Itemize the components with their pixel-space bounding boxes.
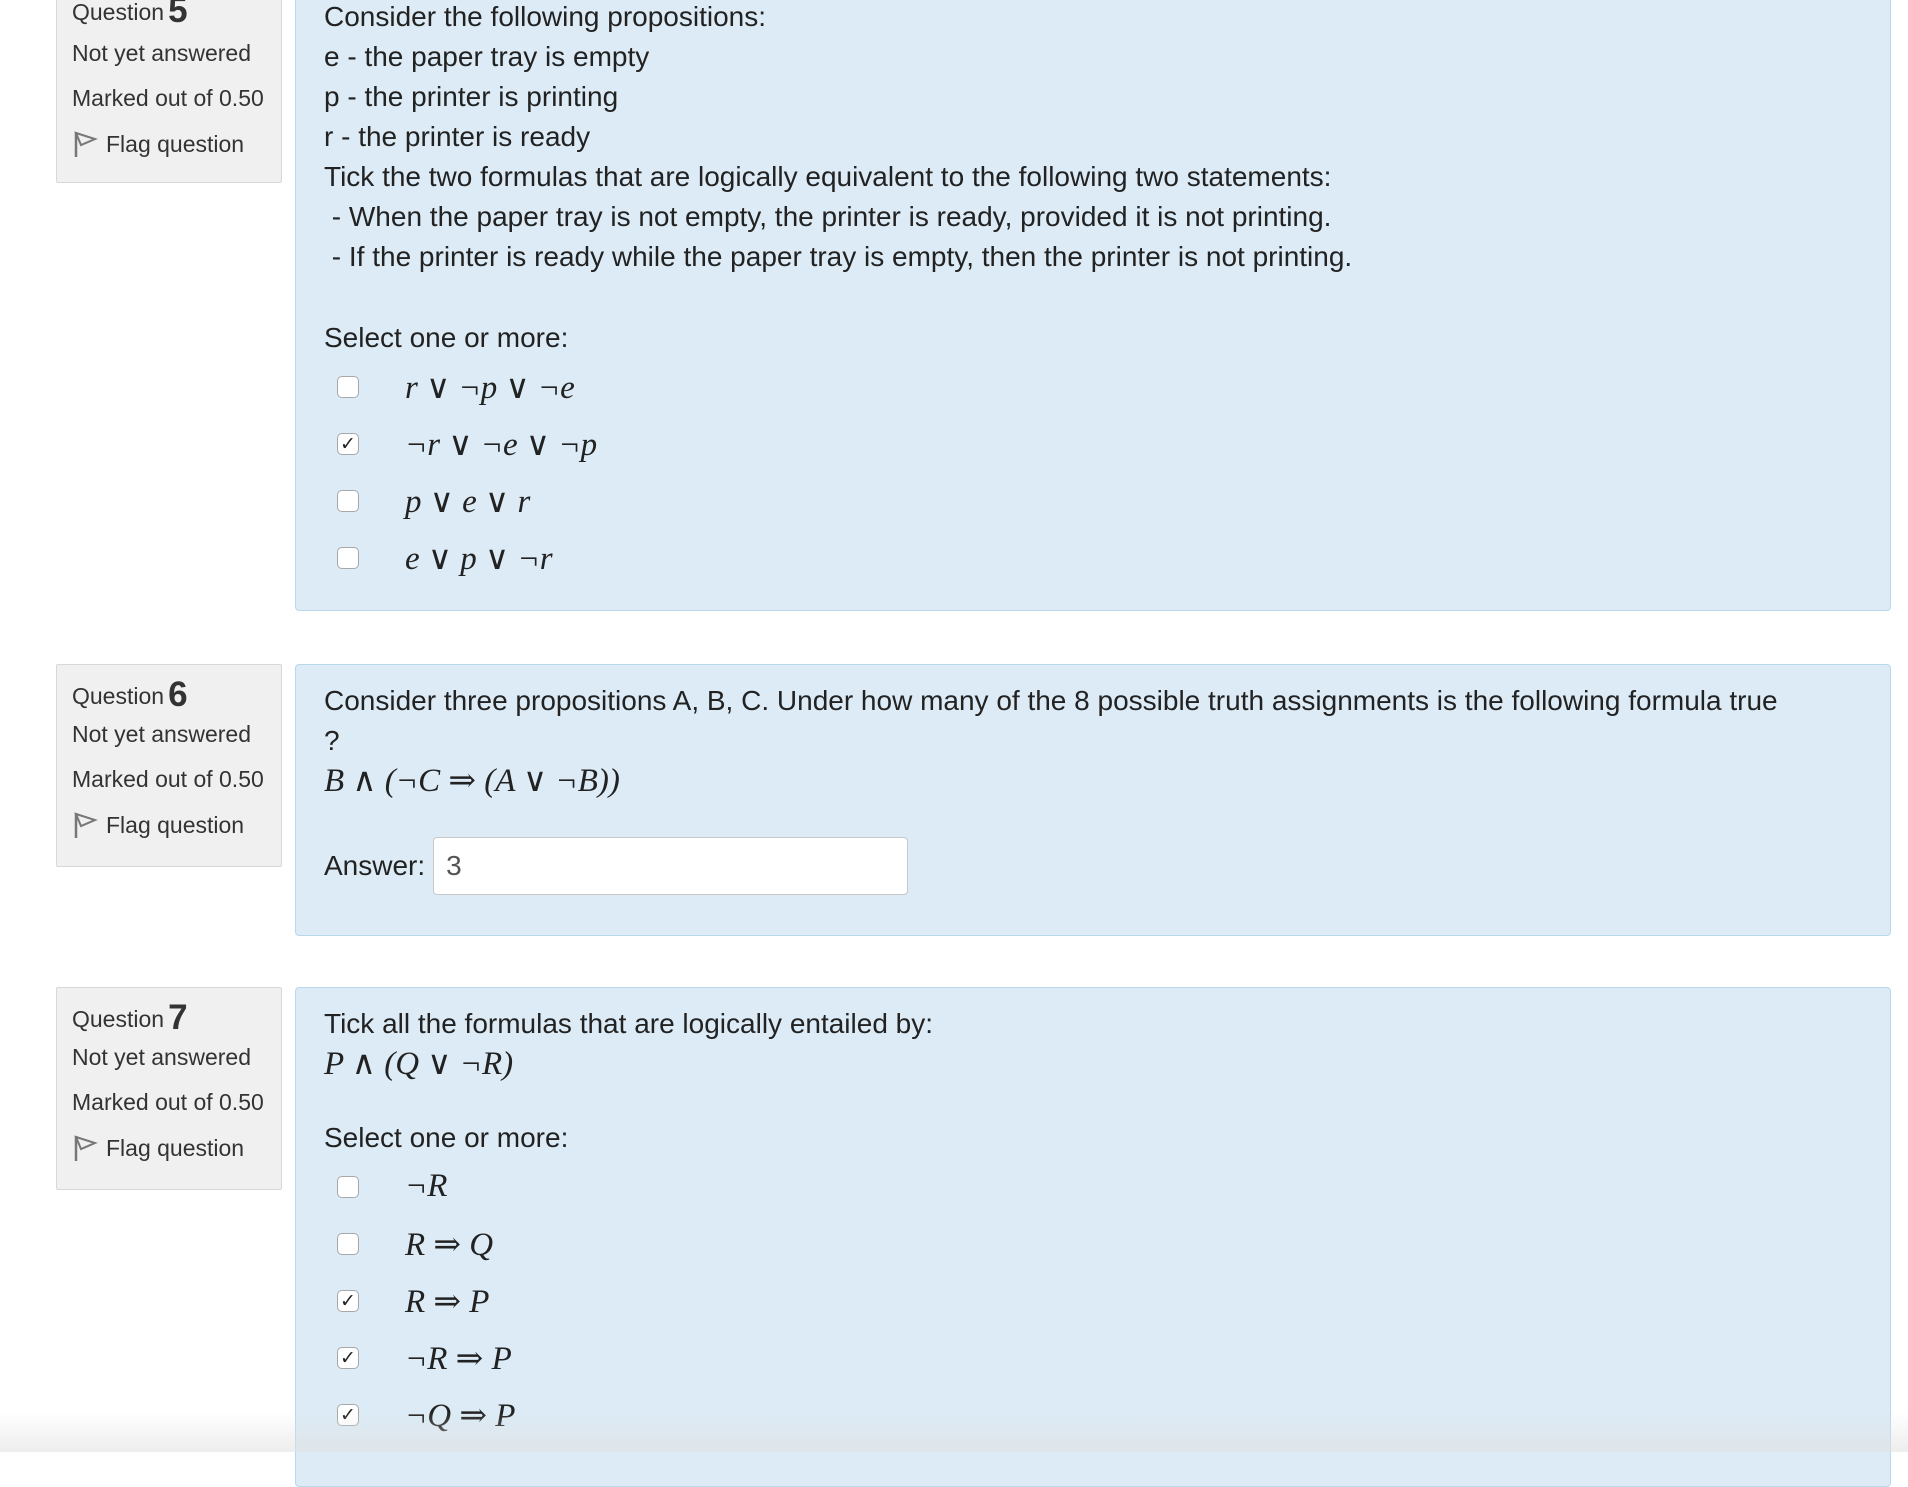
- question-text-line: - When the paper tray is not empty, the …: [324, 201, 1332, 232]
- option-formula: r ∨ ¬p ∨ ¬e: [405, 369, 575, 406]
- option-formula: ¬R ⇒ P: [405, 1340, 512, 1377]
- question-grade: Marked out of 0.50: [72, 766, 264, 792]
- flag-question-label: Flag question: [106, 131, 245, 157]
- option-checkbox[interactable]: [337, 1175, 359, 1198]
- answer-label: Answer:: [324, 850, 426, 881]
- flag-question-label: Flag question: [106, 1135, 245, 1161]
- question-number: Question 5: [72, 0, 266, 28]
- flag-question-label: Flag question: [106, 812, 245, 838]
- select-prompt: Select one or more:: [324, 1122, 569, 1153]
- check-icon: ✓: [340, 1346, 356, 1369]
- option-checkbox[interactable]: ✓: [337, 432, 359, 455]
- question-text-line: - If the printer is ready while the pape…: [324, 241, 1353, 272]
- question-content: Tick all the formulas that are logically…: [295, 987, 1891, 1487]
- option-checkbox[interactable]: [337, 546, 359, 569]
- answer-input[interactable]: [433, 837, 909, 895]
- option-checkbox[interactable]: ✓: [337, 1289, 359, 1312]
- question-label: Question: [72, 683, 165, 709]
- option-formula: R ⇒ P: [405, 1283, 490, 1320]
- option-checkbox[interactable]: [337, 1232, 359, 1255]
- answer-option[interactable]: e ∨ p ∨ ¬r: [324, 529, 1862, 586]
- question-state: Not yet answered: [72, 721, 251, 747]
- check-icon: ✓: [340, 1403, 356, 1426]
- option-checkbox[interactable]: [337, 489, 359, 512]
- option-formula: e ∨ p ∨ ¬r: [405, 540, 553, 577]
- flag-icon: [74, 131, 98, 157]
- option-checkbox[interactable]: ✓: [337, 1403, 359, 1426]
- option-formula: R ⇒ Q: [405, 1226, 494, 1263]
- answer-option[interactable]: p ∨ e ∨ r: [324, 472, 1862, 529]
- question-text-line: r - the printer is ready: [324, 121, 591, 152]
- question-number-value: 7: [168, 998, 188, 1037]
- answer-option[interactable]: R ⇒ Q: [324, 1215, 1862, 1272]
- flag-question-button[interactable]: Flag question: [72, 130, 266, 158]
- flag-question-button[interactable]: Flag question: [72, 811, 266, 839]
- question-text-line: Tick all the formulas that are logically…: [324, 1008, 934, 1039]
- answer-option[interactable]: ✓ R ⇒ P: [324, 1272, 1862, 1329]
- answer-option[interactable]: ✓ ¬R ⇒ P: [324, 1329, 1862, 1386]
- question-formula: P ∧ (Q ∨ ¬R): [324, 1046, 514, 1082]
- question-label: Question: [72, 0, 165, 25]
- check-icon: ✓: [340, 1289, 356, 1312]
- question-content: Consider the following propositions: e -…: [295, 0, 1891, 611]
- question-number-value: 5: [168, 0, 188, 30]
- question-number: Question 6: [72, 677, 266, 712]
- flag-icon: [74, 812, 98, 838]
- answer-option[interactable]: ✓ ¬r ∨ ¬e ∨ ¬p: [324, 415, 1862, 472]
- question-text-line: e - the paper tray is empty: [324, 41, 650, 72]
- answer-option[interactable]: r ∨ ¬p ∨ ¬e: [324, 358, 1862, 415]
- check-icon: ✓: [340, 432, 356, 455]
- question-grade: Marked out of 0.50: [72, 85, 264, 111]
- option-formula: p ∨ e ∨ r: [405, 483, 531, 520]
- answer-option[interactable]: ✓ ¬Q ⇒ P: [324, 1386, 1862, 1443]
- option-formula: ¬R: [405, 1168, 448, 1204]
- flag-icon: [74, 1135, 98, 1161]
- select-prompt: Select one or more:: [324, 322, 569, 353]
- question-info: Question 5 Not yet answered Marked out of…: [56, 0, 282, 183]
- option-formula: ¬r ∨ ¬e ∨ ¬p: [405, 426, 598, 463]
- question-content: Consider three propositions A, B, C. Und…: [295, 664, 1891, 936]
- question-state: Not yet answered: [72, 40, 251, 66]
- question-state: Not yet answered: [72, 1044, 251, 1070]
- question-text-line: Consider the following propositions:: [324, 1, 767, 32]
- question-text-line: p - the printer is printing: [324, 81, 619, 112]
- question-text-line: Consider three propositions A, B, C. Und…: [324, 685, 1778, 716]
- question-number-value: 6: [168, 675, 188, 714]
- option-checkbox[interactable]: [337, 375, 359, 398]
- question-grade: Marked out of 0.50: [72, 1089, 264, 1115]
- option-checkbox[interactable]: ✓: [337, 1346, 359, 1369]
- question-text-line: Tick the two formulas that are logically…: [324, 161, 1332, 192]
- question-label: Question: [72, 1006, 165, 1032]
- answer-row: Answer:: [324, 837, 1862, 895]
- option-formula: ¬Q ⇒ P: [405, 1397, 516, 1434]
- question-text-line: ?: [324, 725, 340, 756]
- question-formula: B ∧ (¬C ⇒ (A ∨ ¬B)): [324, 763, 620, 799]
- answer-option[interactable]: ¬R: [324, 1158, 1862, 1215]
- question-info: Question 6 Not yet answered Marked out of…: [56, 664, 282, 867]
- question-info: Question 7 Not yet answered Marked out of…: [56, 987, 282, 1190]
- question-number: Question 7: [72, 1000, 266, 1035]
- flag-question-button[interactable]: Flag question: [72, 1134, 266, 1162]
